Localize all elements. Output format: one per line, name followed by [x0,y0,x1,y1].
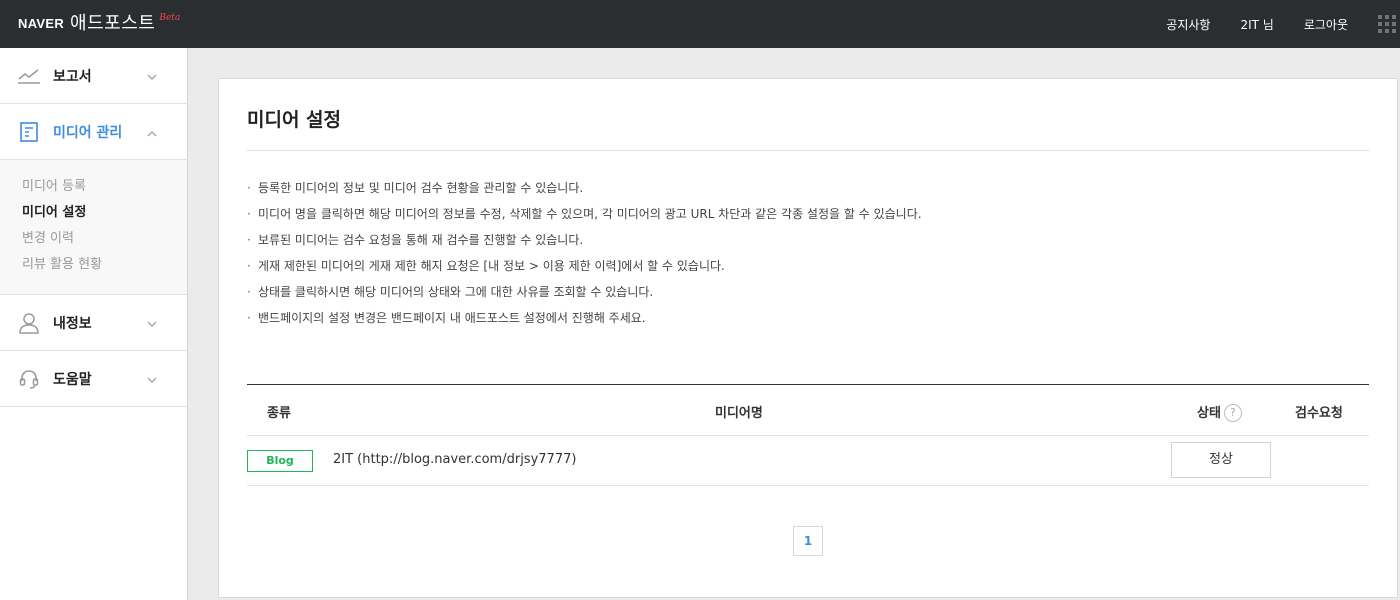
help-icon[interactable]: ? [1223,403,1242,422]
sidebar-item-report[interactable]: 보고서 [0,48,187,104]
column-header-review-request: 검수요청 [1295,406,1343,421]
grid-icon[interactable] [1378,14,1398,34]
media-settings-panel: 미디어 설정 등록한 미디어의 정보 및 미디어 검수 현황을 관리할 수 있습… [218,78,1398,598]
status-button[interactable]: 정상 [1171,442,1271,478]
adpost-logo[interactable]: NAVER 애드포스트 Beta [18,9,180,37]
notice-item: 미디어 명을 클릭하면 해당 미디어의 정보를 수정, 삭제할 수 있으며, 각… [247,203,1367,229]
column-header-status-label: 상태 [1197,406,1221,421]
column-header-media-name: 미디어명 [715,406,763,421]
adpost-logo-text: 애드포스트 [70,13,156,34]
headset-icon [18,368,40,390]
page-title: 미디어 설정 [247,109,342,131]
sidebar-item-my-info[interactable]: 내정보 [0,295,187,351]
submenu-item-change-history[interactable]: 변경 이력 [22,228,187,254]
submenu-item-review-status[interactable]: 리뷰 활용 현황 [22,254,187,280]
notice-item: 상태를 클릭하시면 해당 미디어의 상태와 그에 대한 사유를 조회할 수 있습… [247,281,1367,307]
chart-line-icon [18,65,40,87]
notice-list: 등록한 미디어의 정보 및 미디어 검수 현황을 관리할 수 있습니다. 미디어… [247,177,1367,333]
chevron-down-icon [147,373,157,388]
user-icon [18,312,40,334]
header-nav: 공지사항 2IT 님 로그아웃 [1166,0,1400,48]
table-header: 종류 미디어명 상태? 검수요청 [247,384,1369,436]
media-name-link[interactable]: 2IT (http://blog.naver.com/drjsy7777) [333,452,576,467]
sidebar-item-label: 미디어 관리 [53,124,123,141]
media-table: 종류 미디어명 상태? 검수요청 Blog 2IT (http://blog.n… [247,384,1369,486]
chevron-down-icon [147,317,157,332]
naver-logo-text: NAVER [18,16,65,31]
page-number-current[interactable]: 1 [793,526,823,556]
notice-link[interactable]: 공지사항 [1166,16,1210,33]
chevron-down-icon [147,70,157,85]
notice-item: 밴드페이지의 설정 변경은 밴드페이지 내 애드포스트 설정에서 진행해 주세요… [247,307,1367,333]
table-row: Blog 2IT (http://blog.naver.com/drjsy777… [247,436,1369,486]
sidebar-item-label: 도움말 [53,371,92,388]
media-type-badge: Blog [247,450,313,472]
beta-label: Beta [159,13,181,23]
sidebar-item-label: 보고서 [53,68,92,85]
column-header-type: 종류 [267,406,291,421]
notice-item: 보류된 미디어는 검수 요청을 통해 재 검수를 진행할 수 있습니다. [247,229,1367,255]
sidebar-item-label: 내정보 [53,315,92,332]
user-name-link[interactable]: 2IT 님 [1240,16,1273,33]
sidebar: 보고서 미디어 관리 미디어 등록 미디어 설정 변경 이력 리뷰 활용 현황 … [0,48,188,600]
document-icon [18,121,40,143]
submenu-item-media-register[interactable]: 미디어 등록 [22,176,187,202]
sidebar-item-help[interactable]: 도움말 [0,351,187,407]
media-submenu: 미디어 등록 미디어 설정 변경 이력 리뷰 활용 현황 [0,160,187,295]
column-header-status: 상태? [1197,402,1242,423]
submenu-item-media-settings[interactable]: 미디어 설정 [22,202,187,228]
notice-item: 등록한 미디어의 정보 및 미디어 검수 현황을 관리할 수 있습니다. [247,177,1367,203]
top-header: NAVER 애드포스트 Beta 공지사항 2IT 님 로그아웃 [0,0,1400,48]
logout-link[interactable]: 로그아웃 [1304,16,1348,33]
title-divider [247,150,1369,151]
notice-item: 게재 제한된 미디어의 게재 제한 해지 요청은 [내 정보 > 이용 제한 이… [247,255,1367,281]
sidebar-item-media-management[interactable]: 미디어 관리 [0,104,187,160]
chevron-up-icon [147,126,157,141]
